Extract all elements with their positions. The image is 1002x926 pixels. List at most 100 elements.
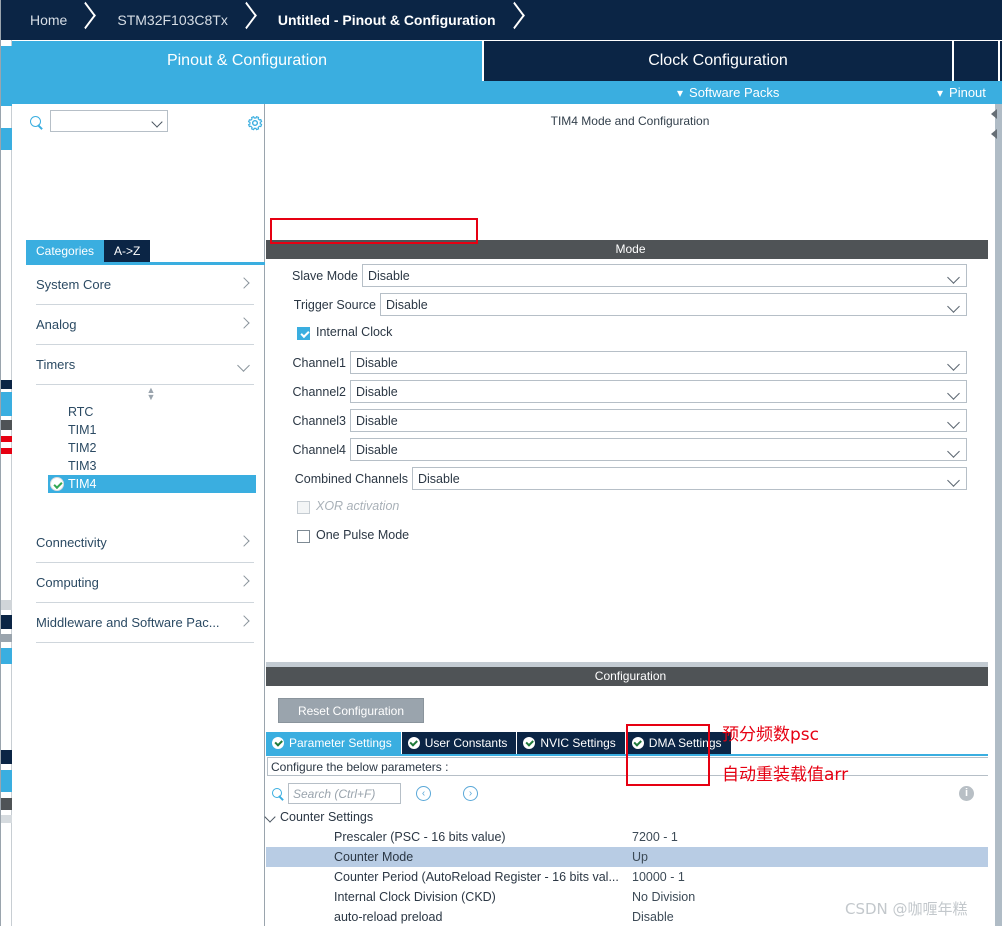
breadcrumb-item-mcu[interactable]: STM32F103C8Tx bbox=[99, 0, 233, 40]
collapse-panel-arrow-icon[interactable] bbox=[989, 127, 1000, 141]
info-icon[interactable]: i bbox=[959, 786, 974, 801]
chevron-down-icon bbox=[264, 811, 276, 823]
chevron-down-icon bbox=[151, 116, 163, 128]
chevron-right-icon bbox=[238, 575, 250, 587]
list-item-tim3[interactable]: TIM3 bbox=[26, 457, 264, 475]
list-item-tim1[interactable]: TIM1 bbox=[26, 421, 264, 439]
field-trigger-source: Trigger Source Disable bbox=[266, 293, 995, 322]
tab-dma-settings[interactable]: DMA Settings bbox=[625, 732, 732, 754]
collapse-panel-arrow-icon[interactable] bbox=[989, 107, 1000, 121]
chevron-down-icon bbox=[947, 387, 960, 400]
sidebar-item-system-core[interactable]: System Core bbox=[36, 265, 254, 305]
slave-mode-dropdown[interactable]: Disable bbox=[362, 264, 967, 287]
breadcrumb-item-home[interactable]: Home bbox=[12, 0, 73, 40]
field-combined-channels: Combined Channels Disable bbox=[266, 467, 995, 496]
param-value: 7200 - 1 bbox=[632, 830, 678, 844]
slave-mode-value: Disable bbox=[368, 269, 410, 283]
sidebar-item-timers[interactable]: Timers bbox=[36, 345, 254, 385]
xor-activation-label: XOR activation bbox=[316, 499, 400, 513]
breadcrumb-separator-icon bbox=[73, 0, 99, 40]
configuration-tabs: Parameter Settings User Constants NVIC S… bbox=[266, 732, 732, 754]
sidebar-search-row bbox=[12, 108, 265, 136]
internal-clock-checkbox[interactable] bbox=[297, 327, 310, 340]
gear-icon[interactable] bbox=[246, 114, 264, 132]
parameter-search-input[interactable]: Search (Ctrl+F) bbox=[288, 783, 401, 804]
search-input[interactable] bbox=[50, 110, 168, 132]
software-packs-label: Software Packs bbox=[689, 85, 780, 100]
param-name: Counter Period (AutoReload Register - 16… bbox=[334, 870, 619, 884]
channel1-dropdown[interactable]: Disable bbox=[350, 351, 967, 374]
field-label: Slave Mode bbox=[291, 269, 358, 283]
tab-clock-configuration[interactable]: Clock Configuration bbox=[484, 41, 954, 81]
check-circle-icon bbox=[50, 477, 64, 491]
software-packs-menu[interactable]: ▾ Software Packs bbox=[677, 85, 779, 100]
chevron-right-icon bbox=[238, 277, 250, 289]
vertical-scrollbar[interactable] bbox=[995, 104, 1002, 926]
table-row[interactable]: Prescaler (PSC - 16 bits value) 7200 - 1 bbox=[266, 827, 995, 847]
tab-a-to-z[interactable]: A->Z bbox=[104, 240, 151, 262]
list-item-tim4[interactable]: TIM4 bbox=[48, 475, 256, 493]
search-next-button[interactable]: › bbox=[463, 786, 478, 801]
chevron-right-icon bbox=[238, 535, 250, 547]
configure-parameters-note: Configure the below parameters : bbox=[267, 757, 994, 776]
check-circle-icon bbox=[407, 737, 420, 749]
field-label: Channel1 bbox=[292, 356, 346, 370]
channel4-value: Disable bbox=[356, 443, 398, 457]
category-list: System Core Analog Timers ▲ ▼ RTC TIM1 TI… bbox=[26, 265, 264, 643]
field-channel3: Channel3 Disable bbox=[266, 409, 995, 438]
search-icon bbox=[272, 788, 284, 800]
field-label: Combined Channels bbox=[294, 472, 408, 486]
pinout-label: Pinout bbox=[949, 85, 986, 100]
component-sidebar: Categories A->Z System Core Analog Timers… bbox=[12, 104, 265, 926]
sidebar-item-connectivity[interactable]: Connectivity bbox=[36, 523, 254, 563]
channel3-value: Disable bbox=[356, 414, 398, 428]
tab-user-constants[interactable]: User Constants bbox=[401, 732, 518, 754]
stm32cubemx-window: Home STM32F103C8Tx Untitled - Pinout & C… bbox=[0, 0, 1002, 926]
tab-parameter-settings[interactable]: Parameter Settings bbox=[266, 732, 402, 754]
param-value: No Division bbox=[632, 890, 696, 904]
internal-clock-label: Internal Clock bbox=[316, 325, 393, 339]
mode-section-header: Mode bbox=[266, 240, 995, 259]
list-item-tim2[interactable]: TIM2 bbox=[26, 439, 264, 457]
chevron-right-icon bbox=[238, 317, 250, 329]
field-label: Channel3 bbox=[292, 414, 346, 428]
pinout-menu[interactable]: ▾ Pinout bbox=[937, 85, 986, 100]
table-row[interactable]: Counter Mode Up bbox=[266, 847, 995, 867]
peripheral-list: RTC TIM1 TIM2 TIM3 TIM4 bbox=[26, 403, 264, 493]
chevron-down-icon: ▾ bbox=[937, 86, 944, 100]
sidebar-item-middleware[interactable]: Middleware and Software Pac... bbox=[36, 603, 254, 643]
breadcrumb-item-current[interactable]: Untitled - Pinout & Configuration bbox=[260, 0, 502, 40]
tab-pinout-configuration[interactable]: Pinout & Configuration bbox=[12, 41, 484, 81]
channel4-dropdown[interactable]: Disable bbox=[350, 438, 967, 461]
chevron-right-icon bbox=[238, 615, 250, 627]
combined-channels-dropdown[interactable]: Disable bbox=[412, 467, 967, 490]
tab-label: User Constants bbox=[424, 736, 508, 750]
reset-configuration-button[interactable]: Reset Configuration bbox=[278, 698, 424, 723]
tab-overflow[interactable] bbox=[954, 41, 1000, 81]
sidebar-item-computing[interactable]: Computing bbox=[36, 563, 254, 603]
sidebar-item-analog[interactable]: Analog bbox=[36, 305, 254, 345]
peripheral-scroll-indicator[interactable]: ▲ ▼ bbox=[26, 385, 264, 403]
channel2-dropdown[interactable]: Disable bbox=[350, 380, 967, 403]
tab-label: NVIC Settings bbox=[540, 736, 616, 750]
category-label: Timers bbox=[36, 357, 76, 372]
search-prev-button[interactable]: ‹ bbox=[416, 786, 431, 801]
param-name: Counter Mode bbox=[334, 850, 414, 864]
list-item-rtc[interactable]: RTC bbox=[26, 403, 264, 421]
param-value: Up bbox=[632, 850, 648, 864]
one-pulse-mode-checkbox[interactable] bbox=[297, 530, 310, 543]
group-label: Counter Settings bbox=[280, 810, 374, 824]
channel3-dropdown[interactable]: Disable bbox=[350, 409, 967, 432]
field-one-pulse-mode: One Pulse Mode bbox=[266, 525, 995, 554]
annotation-prescaler-text: 预分频数psc bbox=[722, 725, 819, 745]
list-item-label: TIM4 bbox=[68, 477, 97, 491]
xor-activation-checkbox bbox=[297, 501, 310, 514]
tab-categories[interactable]: Categories bbox=[26, 240, 105, 262]
tree-group-counter-settings[interactable]: Counter Settings bbox=[264, 807, 995, 827]
param-value: Disable bbox=[632, 910, 674, 924]
trigger-source-dropdown[interactable]: Disable bbox=[380, 293, 967, 316]
trigger-source-value: Disable bbox=[386, 298, 428, 312]
tab-nvic-settings[interactable]: NVIC Settings bbox=[517, 732, 626, 754]
table-row[interactable]: Counter Period (AutoReload Register - 16… bbox=[266, 867, 995, 887]
